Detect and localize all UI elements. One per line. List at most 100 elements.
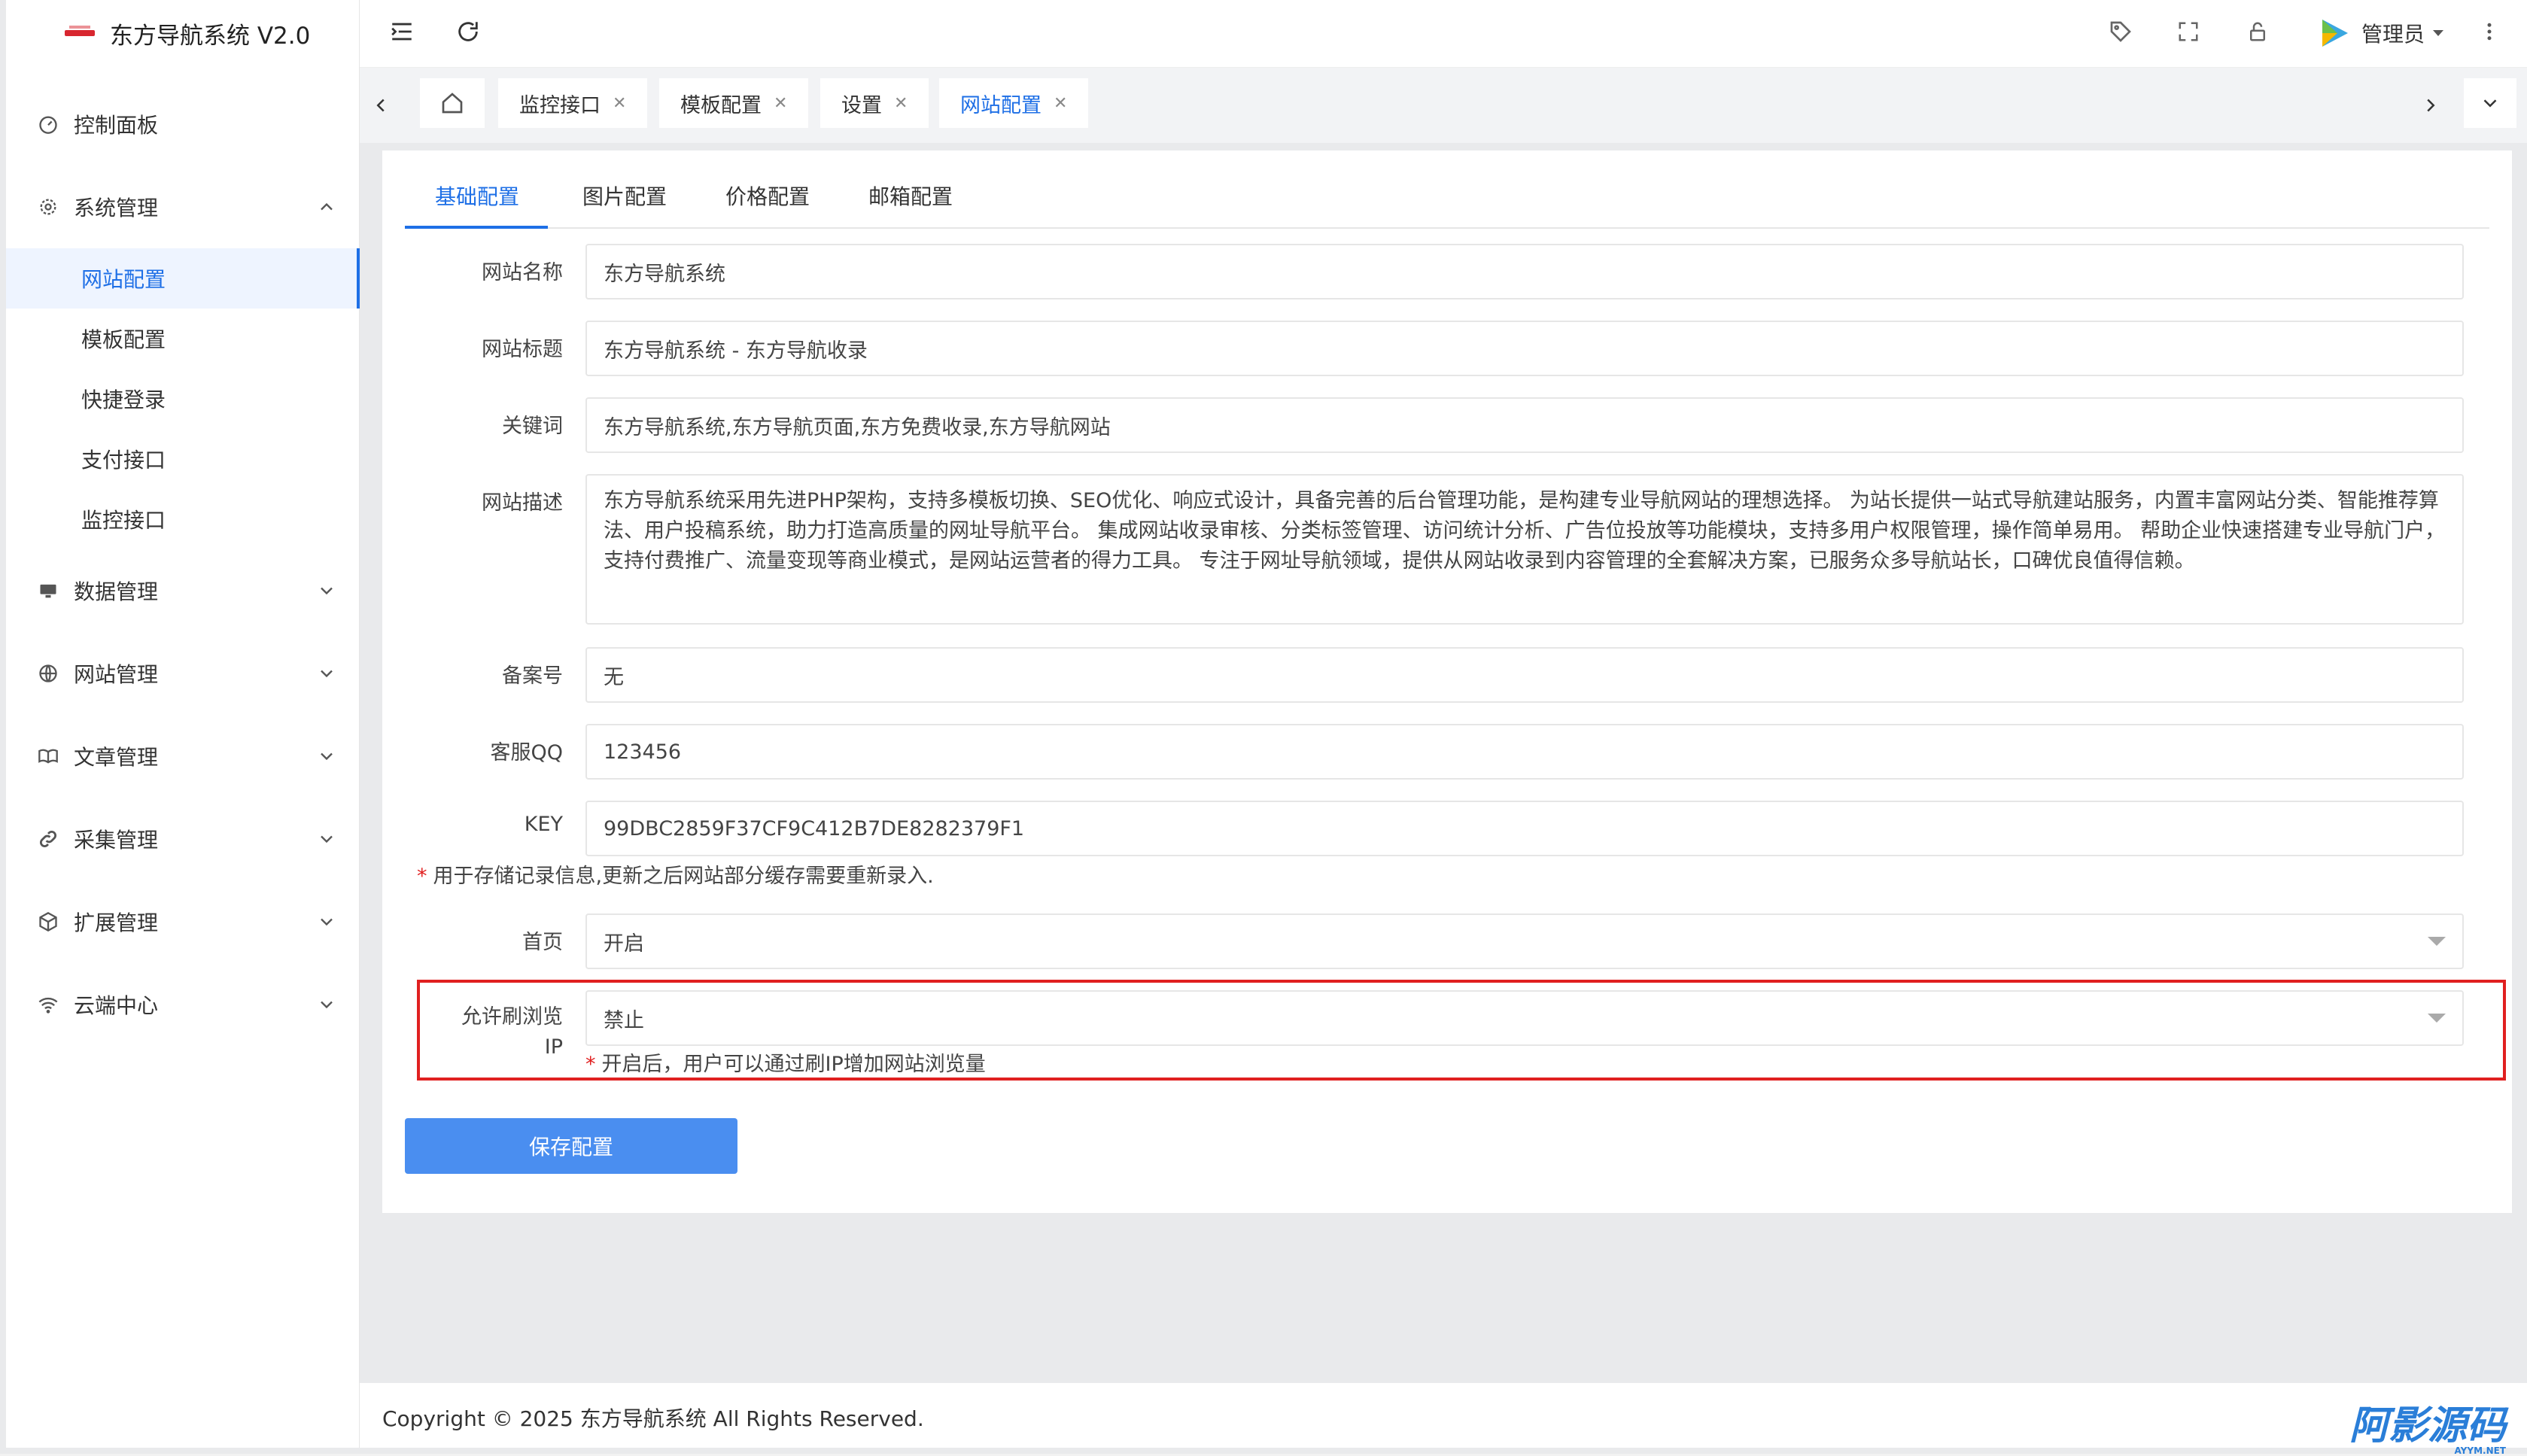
- tabs-scroll-left-icon[interactable]: [366, 90, 396, 120]
- caret-down-icon: [2428, 937, 2446, 946]
- key-input[interactable]: 99DBC2859F37CF9C412B7DE8282379F1: [585, 801, 2464, 856]
- site-name-input[interactable]: 东方导航系统: [585, 244, 2464, 299]
- active-tab-indicator: [405, 226, 548, 229]
- tab-site-config[interactable]: 网站配置 ✕: [939, 78, 1089, 128]
- tab-monitor[interactable]: 监控接口 ✕: [498, 78, 648, 128]
- link-icon: [36, 827, 60, 851]
- close-icon[interactable]: ✕: [613, 94, 626, 113]
- sidebar-item-data[interactable]: 数据管理: [6, 549, 360, 632]
- field-label: 网站标题: [482, 338, 563, 361]
- close-icon[interactable]: ✕: [774, 94, 787, 113]
- sidebar-item-label: 扩展管理: [74, 910, 159, 935]
- copyright-text: Copyright © 2025 东方导航系统 All Rights Reser…: [382, 1406, 924, 1431]
- sidebar-item-collect[interactable]: 采集管理: [6, 798, 360, 880]
- book-icon: [36, 744, 60, 768]
- logo-mark-icon: [65, 26, 95, 41]
- qq-input[interactable]: 123456: [585, 724, 2464, 780]
- topbar: 管理员: [360, 0, 2527, 68]
- watermark-text: 阿影源码: [2349, 1403, 2506, 1448]
- field-label: 网站名称: [482, 261, 563, 284]
- refresh-icon[interactable]: [453, 17, 483, 47]
- tag-icon[interactable]: [2106, 17, 2136, 47]
- save-config-button[interactable]: 保存配置: [405, 1118, 737, 1174]
- home-icon: [442, 93, 463, 114]
- cube-icon: [36, 910, 60, 934]
- sidebar-subitem-payment[interactable]: 支付接口: [6, 429, 360, 489]
- field-label: 关键词: [502, 415, 563, 438]
- close-icon[interactable]: ✕: [1054, 94, 1067, 113]
- footer: Copyright © 2025 东方导航系统 All Rights Reser…: [360, 1383, 2527, 1456]
- tab-basic-config[interactable]: 基础配置: [435, 181, 519, 211]
- chevron-up-icon: [321, 202, 333, 211]
- tab-label: 模板配置: [680, 93, 762, 117]
- app-title: 东方导航系统 V2.0: [110, 23, 311, 50]
- field-label: 客服QQ: [490, 741, 563, 764]
- sidebar-item-extensions[interactable]: 扩展管理: [6, 880, 360, 963]
- sidebar-item-label: 网站管理: [74, 662, 159, 687]
- keywords-input[interactable]: 东方导航系统,东方导航页面,东方免费收录,东方导航网站: [585, 397, 2464, 453]
- sidebar-item-website[interactable]: 网站管理: [6, 632, 360, 715]
- monitor-icon: [36, 579, 60, 603]
- tab-label: 设置: [841, 93, 882, 117]
- menu-collapse-icon[interactable]: [387, 17, 417, 47]
- key-hint: * 用于存储记录信息,更新之后网站部分缓存需要重新录入.: [417, 859, 934, 889]
- sidebar-subitem-site-config[interactable]: 网站配置: [6, 248, 360, 309]
- wifi-icon: [36, 992, 60, 1017]
- close-icon[interactable]: ✕: [894, 94, 908, 113]
- tab-label: 监控接口: [519, 93, 601, 117]
- home-select[interactable]: 开启: [585, 913, 2464, 969]
- sidebar-subitem-template-config[interactable]: 模板配置: [6, 309, 360, 369]
- chevron-down-icon: [321, 835, 333, 844]
- highlight-box: [417, 980, 2506, 1081]
- field-label: 首页: [522, 931, 563, 954]
- watermark-logo: 阿影源码 AYYM.NET: [2349, 1394, 2506, 1456]
- sidebar-item-label: 数据管理: [74, 579, 159, 604]
- required-star: *: [417, 865, 427, 888]
- chevron-down-icon: [321, 752, 333, 761]
- sidebar-item-dashboard[interactable]: 控制面板: [6, 83, 360, 166]
- sidebar: 东方导航系统 V2.0 控制面板 系统管理 网站配置 模板配置 快捷登录 支付接…: [6, 0, 360, 1448]
- tab-template-config[interactable]: 模板配置 ✕: [659, 78, 809, 128]
- chevron-down-icon: [321, 587, 333, 595]
- fullscreen-icon[interactable]: [2173, 17, 2203, 47]
- logo[interactable]: 东方导航系统 V2.0: [6, 0, 360, 68]
- gear-icon: [36, 195, 60, 219]
- sidebar-item-label: 控制面板: [74, 113, 159, 138]
- sidebar-item-label: 云端中心: [74, 993, 159, 1018]
- sidebar-item-label: 采集管理: [74, 828, 159, 853]
- tab-image-config[interactable]: 图片配置: [582, 181, 667, 211]
- page-tabs: 监控接口 ✕ 模板配置 ✕ 设置 ✕ 网站配置 ✕: [360, 68, 2527, 143]
- sidebar-item-system[interactable]: 系统管理: [6, 166, 360, 248]
- more-vertical-icon[interactable]: [2474, 17, 2504, 47]
- sidebar-item-label: 系统管理: [74, 196, 159, 220]
- globe-icon: [36, 661, 60, 685]
- site-title-input[interactable]: 东方导航系统 - 东方导航收录: [585, 321, 2464, 376]
- tab-email-config[interactable]: 邮箱配置: [868, 181, 953, 211]
- config-tabs: 基础配置 图片配置 价格配置 邮箱配置: [405, 173, 2489, 229]
- tab-home[interactable]: [420, 78, 485, 128]
- sidebar-menu: 控制面板 系统管理 网站配置 模板配置 快捷登录 支付接口 监控接口 数据管理: [6, 83, 360, 1046]
- sidebar-subitem-monitor[interactable]: 监控接口: [6, 489, 360, 549]
- description-textarea[interactable]: 东方导航系统采用先进PHP架构，支持多模板切换、SEO优化、响应式设计，具备完善…: [585, 474, 2464, 625]
- sidebar-subitem-quick-login[interactable]: 快捷登录: [6, 369, 360, 429]
- lock-icon[interactable]: [2243, 17, 2273, 47]
- chevron-down-icon: [2483, 99, 2497, 108]
- chevron-down-icon: [321, 1001, 333, 1009]
- field-label: 网站描述: [482, 491, 563, 515]
- avatar: [2322, 20, 2348, 47]
- tab-label: 网站配置: [960, 93, 1042, 117]
- sidebar-item-cloud[interactable]: 云端中心: [6, 963, 360, 1046]
- field-label: KEY: [524, 813, 563, 836]
- chevron-down-icon: [321, 670, 333, 678]
- select-value: 开启: [604, 932, 644, 956]
- user-menu[interactable]: 管理员: [2316, 12, 2447, 54]
- tab-price-config[interactable]: 价格配置: [725, 181, 810, 211]
- tabs-scroll-right-icon[interactable]: [2416, 90, 2446, 120]
- icp-input[interactable]: 无: [585, 647, 2464, 703]
- chevron-down-icon: [321, 918, 333, 926]
- sidebar-item-articles[interactable]: 文章管理: [6, 715, 360, 798]
- dashboard-icon: [36, 112, 60, 136]
- user-name: 管理员: [2361, 22, 2425, 47]
- tab-settings[interactable]: 设置 ✕: [820, 78, 929, 128]
- tabs-dropdown[interactable]: [2464, 78, 2516, 128]
